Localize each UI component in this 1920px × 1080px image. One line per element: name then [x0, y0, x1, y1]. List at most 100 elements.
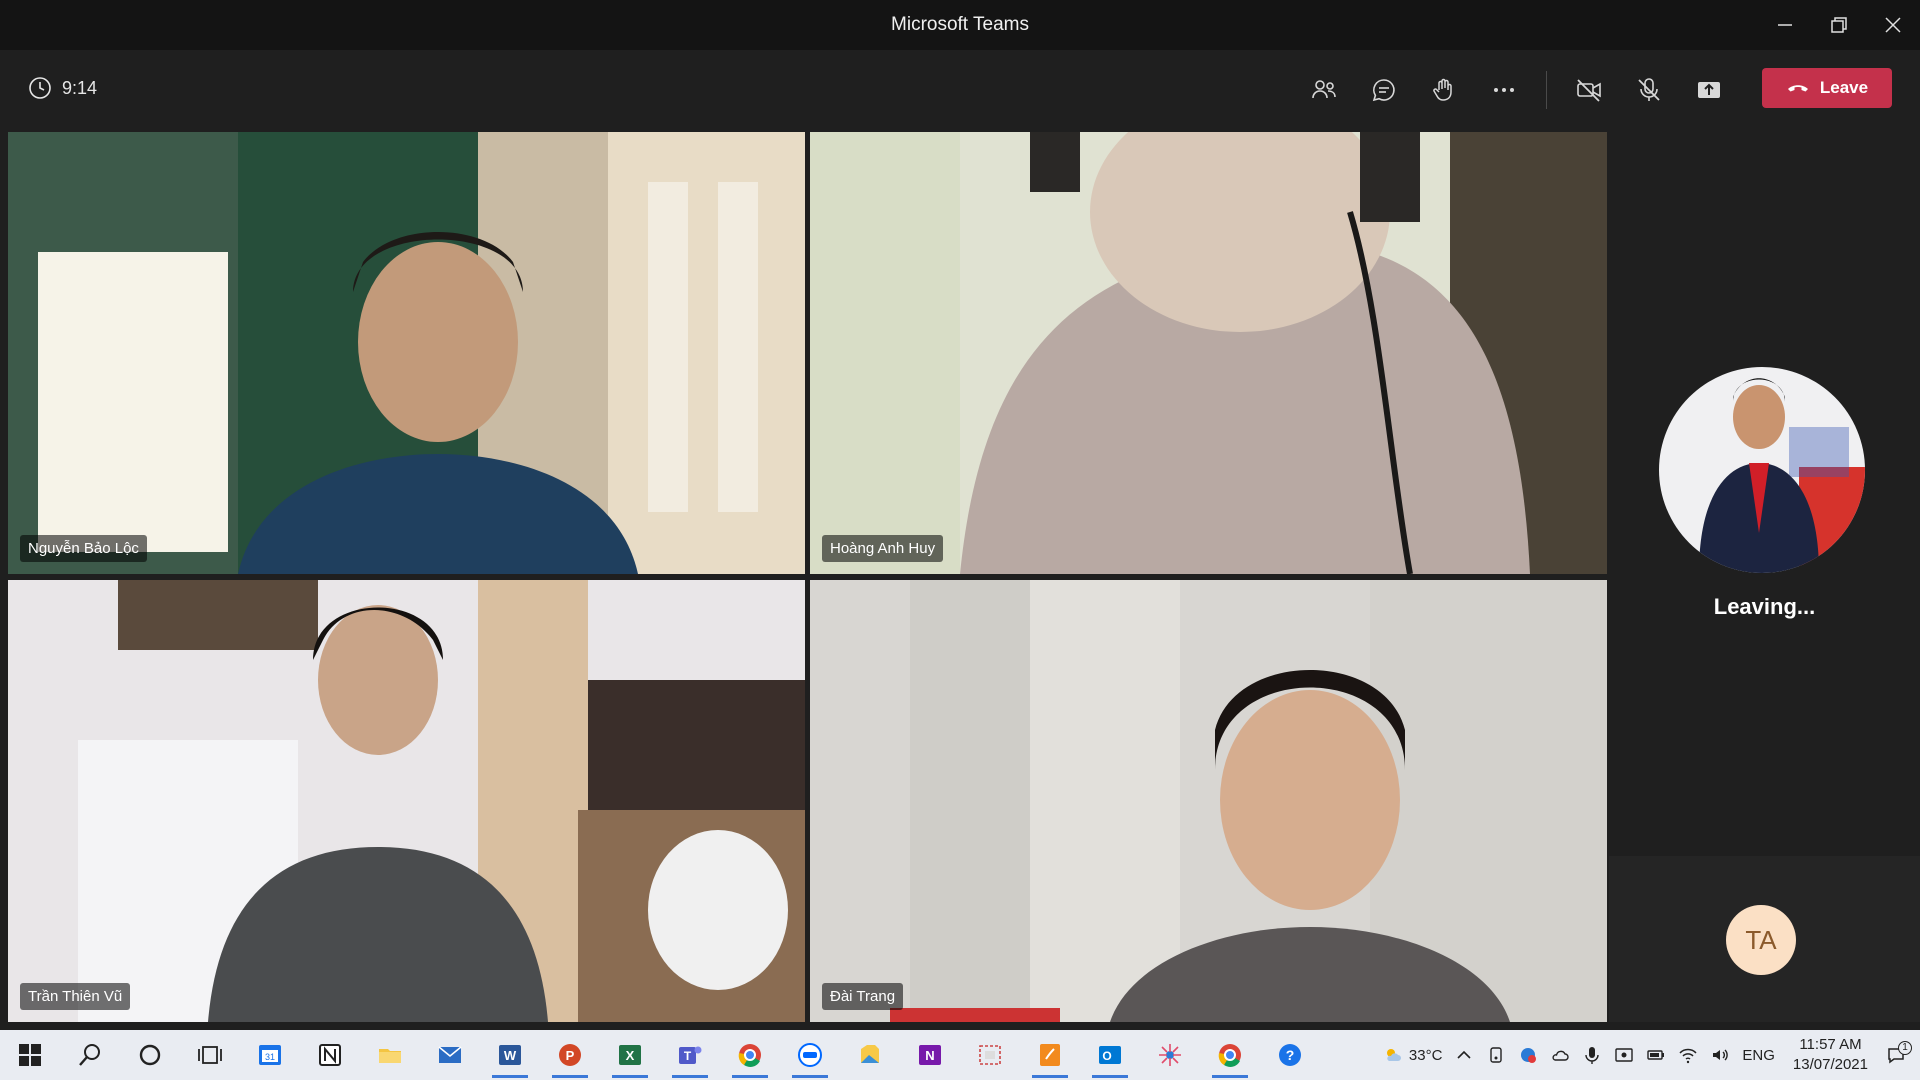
- sync-icon: [1521, 1048, 1537, 1063]
- participant-name: Đài Trang: [822, 983, 904, 1010]
- windows-logo-icon: [19, 1044, 41, 1066]
- close-icon: [1885, 17, 1901, 33]
- taskbar-powerpoint[interactable]: P: [540, 1030, 600, 1080]
- minimize-icon: [1778, 24, 1792, 26]
- participant-name: Nguyễn Bảo Lộc: [20, 535, 147, 562]
- svg-text:O: O: [1102, 1049, 1111, 1063]
- chrome-icon: [738, 1044, 761, 1067]
- taskbar-word[interactable]: W: [480, 1030, 540, 1080]
- participants-icon: [1312, 80, 1336, 99]
- raise-hand-icon: [1433, 78, 1452, 101]
- restore-icon: [1831, 17, 1847, 33]
- clock-time: 11:57 AM: [1799, 1036, 1862, 1053]
- video-feed: [8, 132, 805, 574]
- elapsed-time: 9:14: [62, 77, 98, 98]
- meeting-timer: 9:14: [28, 76, 97, 100]
- meet-now-button[interactable]: [1608, 1045, 1640, 1065]
- participant-name: Trần Thiên Vũ: [20, 983, 131, 1010]
- powerpoint-icon: P: [559, 1044, 581, 1066]
- participants-button[interactable]: [1294, 66, 1354, 114]
- taskbar-help[interactable]: ?: [1260, 1030, 1320, 1080]
- more-icon: [1494, 88, 1514, 92]
- show-hidden-icons-button[interactable]: [1448, 1045, 1480, 1065]
- meeting-controls: 9:14 Leave: [0, 50, 1920, 130]
- video-tile-1[interactable]: Nguyễn Bảo Lộc: [8, 132, 805, 574]
- onedrive-button[interactable]: [1544, 1045, 1576, 1065]
- svg-text:?: ?: [1286, 1047, 1295, 1063]
- video-tile-2[interactable]: Hoàng Anh Huy: [810, 132, 1607, 574]
- meet-now-icon: [1615, 1048, 1634, 1062]
- video-feed: [8, 580, 805, 1022]
- leaving-participant-avatar: [1659, 367, 1865, 573]
- microphone-icon: [1585, 1047, 1600, 1064]
- taskbar-calendar[interactable]: 31: [240, 1030, 300, 1080]
- taskbar-chrome-profile[interactable]: [1200, 1030, 1260, 1080]
- taskbar-onenote[interactable]: N: [900, 1030, 960, 1080]
- taskbar-mail[interactable]: [420, 1030, 480, 1080]
- avatar-photo: [1659, 367, 1865, 573]
- video-feed: [810, 580, 1607, 1022]
- taskbar-notion[interactable]: [300, 1030, 360, 1080]
- reactions-button[interactable]: [1414, 66, 1474, 114]
- taskbar-chrome[interactable]: [720, 1030, 780, 1080]
- zalo-icon: [798, 1043, 822, 1067]
- taskbar-snipping-tool[interactable]: [960, 1030, 1020, 1080]
- taskbar-network-app[interactable]: [1140, 1030, 1200, 1080]
- help-icon: ?: [1279, 1044, 1301, 1066]
- tray-sync-button[interactable]: [1512, 1045, 1544, 1065]
- video-feed: [810, 132, 1607, 574]
- share-screen-button[interactable]: [1679, 66, 1739, 114]
- taskbar-file-explorer[interactable]: [360, 1030, 420, 1080]
- share-icon: [1698, 82, 1720, 98]
- leave-button[interactable]: Leave: [1762, 68, 1892, 108]
- microphone-tray-button[interactable]: [1576, 1045, 1608, 1065]
- chat-button[interactable]: [1354, 66, 1414, 114]
- svg-text:31: 31: [265, 1052, 275, 1062]
- taskbar-files[interactable]: [840, 1030, 900, 1080]
- battery-button[interactable]: [1640, 1045, 1672, 1065]
- battery-icon: [1647, 1050, 1665, 1060]
- more-actions-button[interactable]: [1474, 66, 1534, 114]
- mail-icon: [438, 1046, 462, 1063]
- task-view-button[interactable]: [180, 1030, 240, 1080]
- hang-up-icon: [1787, 85, 1808, 92]
- taskbar-teams[interactable]: T: [660, 1030, 720, 1080]
- wifi-button[interactable]: [1672, 1045, 1704, 1065]
- taskbar-foxit-reader[interactable]: [1020, 1030, 1080, 1080]
- outlook-icon: O: [1099, 1046, 1121, 1064]
- weather-icon: [1386, 1049, 1401, 1061]
- video-tile-4[interactable]: Đài Trang: [810, 580, 1607, 1022]
- device-icon: [1490, 1047, 1503, 1063]
- taskbar-outlook[interactable]: O: [1080, 1030, 1140, 1080]
- excel-icon: X: [619, 1045, 641, 1065]
- tray-device-button[interactable]: [1480, 1045, 1512, 1065]
- language-label: ENG: [1742, 1046, 1775, 1064]
- weather-widget[interactable]: 33°C: [1377, 1045, 1449, 1065]
- action-center-button[interactable]: 1: [1880, 1041, 1920, 1065]
- cortana-icon: [139, 1044, 161, 1066]
- file-manager-icon: [861, 1045, 879, 1063]
- window-title: Microsoft Teams: [891, 14, 1029, 35]
- start-button[interactable]: [0, 1030, 60, 1080]
- onenote-icon: N: [919, 1045, 941, 1065]
- taskbar-zalo[interactable]: [780, 1030, 840, 1080]
- volume-button[interactable]: [1704, 1045, 1736, 1065]
- self-avatar[interactable]: TA: [1726, 905, 1796, 975]
- taskbar-clock[interactable]: 11:57 AM 13/07/2021: [1781, 1035, 1880, 1075]
- cortana-button[interactable]: [120, 1030, 180, 1080]
- minimize-button[interactable]: [1758, 0, 1812, 50]
- video-tile-3[interactable]: Trần Thiên Vũ: [8, 580, 805, 1022]
- meeting-actions: [1294, 66, 1739, 114]
- language-indicator[interactable]: ENG: [1736, 1047, 1781, 1064]
- teams-meeting-window: Microsoft Teams 9:14 Leave Nguyễn Bảo Lộ…: [0, 0, 1920, 1080]
- snipping-icon: [979, 1045, 1001, 1065]
- participant-name: Hoàng Anh Huy: [822, 535, 944, 562]
- clock-icon: [29, 77, 51, 99]
- camera-toggle-button[interactable]: [1559, 66, 1619, 114]
- close-button[interactable]: [1866, 0, 1920, 50]
- taskbar-excel[interactable]: X: [600, 1030, 660, 1080]
- mic-toggle-button[interactable]: [1619, 66, 1679, 114]
- word-icon: W: [499, 1045, 521, 1065]
- search-button[interactable]: [60, 1030, 120, 1080]
- restore-button[interactable]: [1812, 0, 1866, 50]
